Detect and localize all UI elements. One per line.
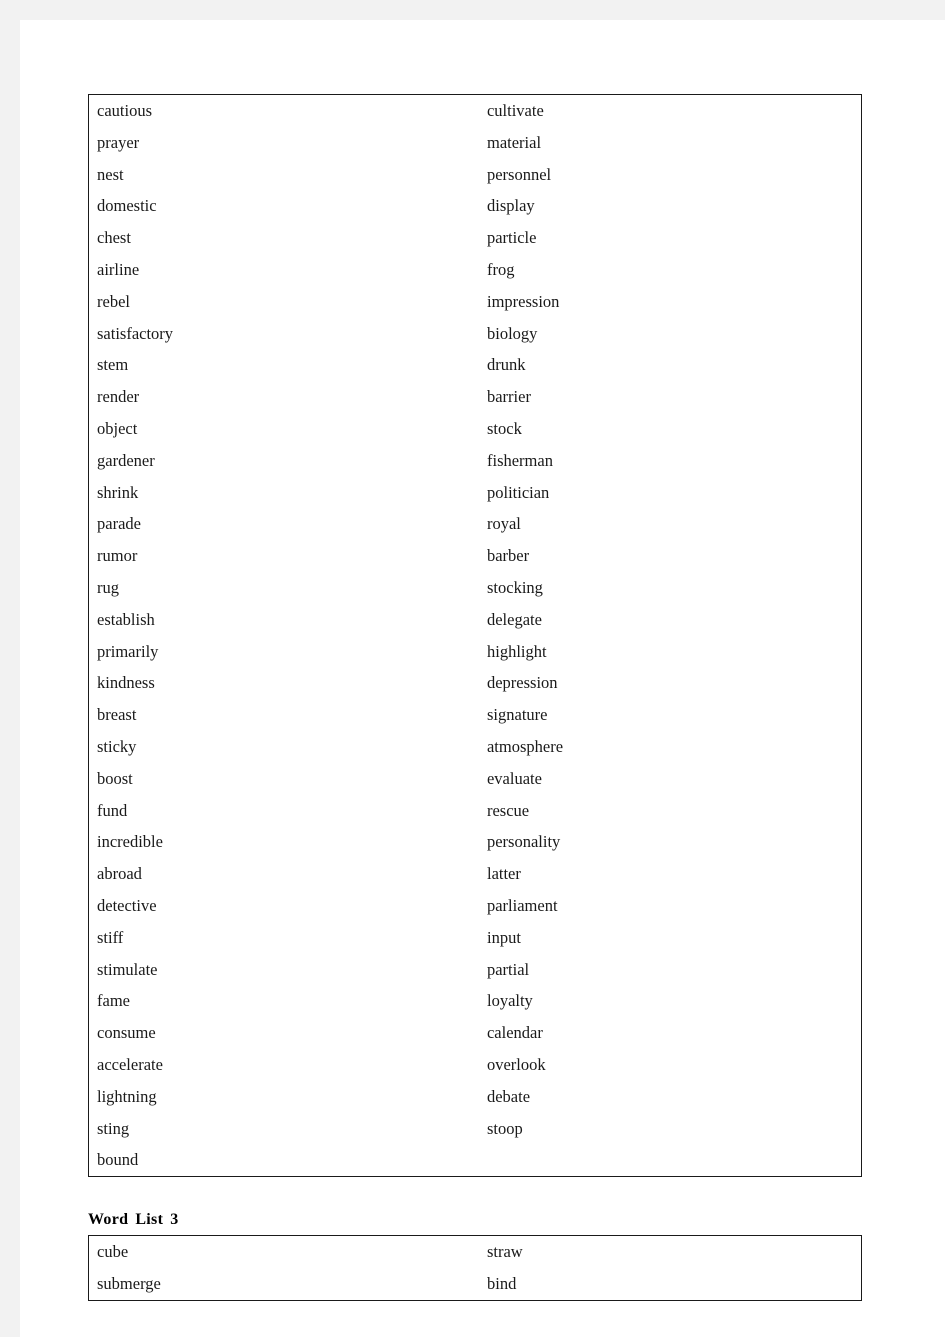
word-item: drunk bbox=[486, 355, 526, 375]
document-page: cautious prayer nest domestic chest airline re… bbox=[20, 20, 945, 1337]
word-item: signature bbox=[486, 705, 548, 725]
heading-word-1: Word bbox=[88, 1211, 129, 1228]
word-item: royal bbox=[486, 514, 521, 534]
word-item: object bbox=[97, 418, 138, 438]
word-item: rumor bbox=[97, 546, 138, 566]
word-item: evaluate bbox=[486, 768, 542, 788]
word-item: partial bbox=[486, 959, 530, 979]
word-item: personnel bbox=[486, 164, 552, 184]
word-item: cube bbox=[97, 1242, 129, 1261]
word-item: loyalty bbox=[486, 991, 533, 1011]
table-row: cube submerge straw bind bbox=[89, 1236, 862, 1301]
word-item: establish bbox=[97, 609, 155, 629]
word-item: abroad bbox=[97, 864, 142, 884]
word-item: gardener bbox=[97, 450, 155, 470]
word-list-column-1: cautious prayer nest domestic chest airline re… bbox=[89, 95, 229, 1176]
word-list-table: cautious prayer nest domestic chest airline re… bbox=[88, 94, 862, 1178]
wl3-answer-list-column-1 bbox=[229, 1236, 479, 1300]
word-item: incredible bbox=[97, 832, 163, 852]
word-item: domestic bbox=[97, 196, 157, 216]
word-item: consume bbox=[97, 1023, 156, 1043]
word-item: bound bbox=[97, 1150, 139, 1170]
word-item: stem bbox=[97, 355, 129, 375]
word-item: shrink bbox=[97, 482, 139, 502]
word-item: bind bbox=[486, 1273, 517, 1293]
word-item: cautious bbox=[97, 101, 152, 120]
word-item: rug bbox=[97, 577, 119, 597]
wl3-answers-column-2[interactable] bbox=[624, 1236, 861, 1301]
word-item: material bbox=[486, 132, 542, 152]
word-item: satisfactory bbox=[97, 323, 174, 343]
word-item: render bbox=[97, 387, 140, 407]
word-item: calendar bbox=[486, 1023, 543, 1043]
word-list-3-table: cube submerge straw bind bbox=[88, 1235, 862, 1301]
word-item: delegate bbox=[486, 609, 542, 629]
word-item: stoop bbox=[486, 1118, 523, 1138]
word-item: accelerate bbox=[97, 1054, 163, 1074]
word-item: depression bbox=[486, 673, 558, 693]
word-item: breast bbox=[97, 705, 137, 725]
wl3-answer-list-column-2 bbox=[624, 1236, 861, 1300]
word-item: fisherman bbox=[486, 450, 553, 470]
word-list-3-heading: Word List 3 bbox=[88, 1211, 179, 1229]
word-item: chest bbox=[97, 228, 131, 248]
word-item: barrier bbox=[486, 387, 531, 407]
answers-column-2[interactable] bbox=[624, 95, 861, 1177]
word-item: sticky bbox=[97, 736, 137, 756]
word-item: display bbox=[486, 196, 535, 216]
word-item: biology bbox=[486, 323, 538, 343]
word-item: latter bbox=[486, 864, 521, 884]
answer-list-column-1 bbox=[229, 95, 479, 1176]
word-item: sting bbox=[97, 1118, 130, 1138]
word-item: rescue bbox=[486, 800, 530, 820]
word-item: input bbox=[486, 927, 521, 947]
words-column-1: cautious prayer nest domestic chest airline re… bbox=[89, 95, 229, 1177]
word-item: fame bbox=[97, 991, 130, 1011]
word-item: stocking bbox=[486, 577, 543, 597]
word-item: primarily bbox=[97, 641, 159, 661]
word-item: submerge bbox=[97, 1273, 161, 1293]
wl3-answers-column-1[interactable] bbox=[229, 1236, 479, 1301]
word-item: politician bbox=[486, 482, 550, 502]
word-item: parade bbox=[97, 514, 141, 534]
word-item: particle bbox=[486, 228, 537, 248]
word-item: boost bbox=[97, 768, 133, 788]
word-item: personality bbox=[486, 832, 561, 852]
word-item: kindness bbox=[97, 673, 155, 693]
word-item: fund bbox=[97, 800, 128, 820]
word-item: nest bbox=[97, 164, 124, 184]
wl3-words-column-2: straw bind bbox=[479, 1236, 624, 1301]
word-item: debate bbox=[486, 1086, 531, 1106]
word-item: stimulate bbox=[97, 959, 158, 979]
word-item: stiff bbox=[97, 927, 124, 947]
word-item: lightning bbox=[97, 1086, 157, 1106]
answers-column-1[interactable] bbox=[229, 95, 479, 1177]
word-item: overlook bbox=[486, 1054, 546, 1074]
heading-word-2: List bbox=[135, 1211, 164, 1228]
word-item: atmosphere bbox=[486, 736, 564, 756]
wl3-word-list-column-1: cube submerge bbox=[89, 1236, 229, 1300]
word-item: highlight bbox=[486, 641, 547, 661]
table-row: cautious prayer nest domestic chest airline re… bbox=[89, 95, 862, 1177]
words-column-2: cultivate material personnel display particl… bbox=[479, 95, 624, 1177]
word-item: prayer bbox=[97, 132, 140, 152]
wl3-word-list-column-2: straw bind bbox=[479, 1236, 624, 1300]
word-item: airline bbox=[97, 259, 140, 279]
word-item: parliament bbox=[486, 895, 558, 915]
word-item: straw bbox=[486, 1242, 523, 1261]
heading-word-3: 3 bbox=[170, 1211, 179, 1228]
word-item: cultivate bbox=[486, 101, 544, 120]
word-item: impression bbox=[486, 291, 560, 311]
word-item: detective bbox=[97, 895, 157, 915]
word-item: barber bbox=[486, 546, 530, 566]
answer-list-column-2 bbox=[624, 95, 861, 1176]
word-item: rebel bbox=[97, 291, 130, 311]
word-list-column-2: cultivate material personnel display particl… bbox=[479, 95, 624, 1144]
word-item: frog bbox=[486, 259, 515, 279]
word-item: stock bbox=[486, 418, 522, 438]
wl3-words-column-1: cube submerge bbox=[89, 1236, 229, 1301]
